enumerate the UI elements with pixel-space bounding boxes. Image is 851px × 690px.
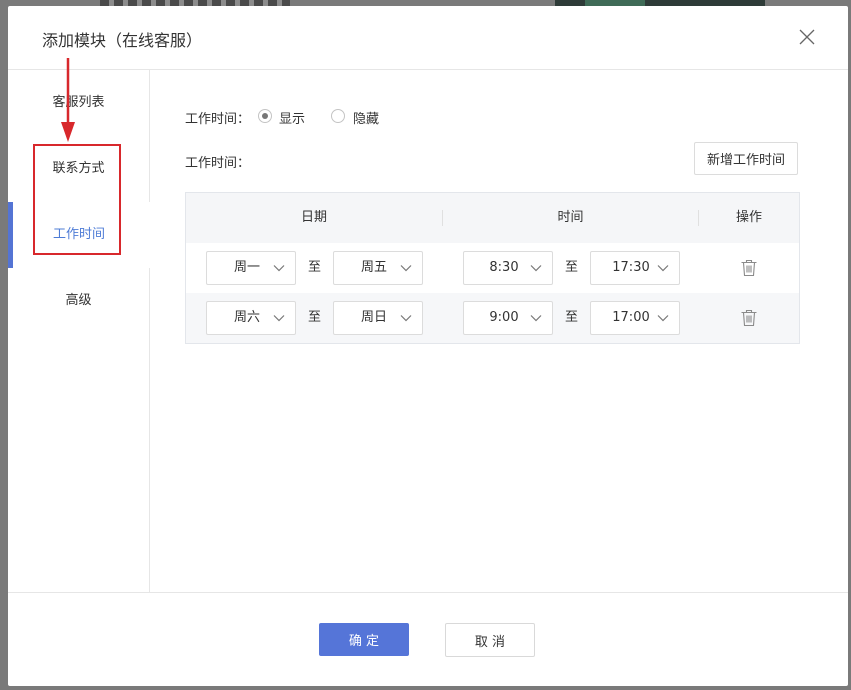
- trash-icon[interactable]: [740, 259, 758, 277]
- dialog-header: 添加模块（在线客服）: [8, 6, 848, 70]
- confirm-button[interactable]: 确 定: [319, 623, 409, 656]
- day-to-select[interactable]: 周日: [333, 301, 423, 335]
- range-separator: 至: [565, 260, 579, 275]
- chevron-down-icon: [657, 315, 669, 322]
- table-row: 周一 至 周五 8:30 至 17:30: [186, 243, 799, 293]
- radio-hide[interactable]: [331, 109, 345, 123]
- sidebar-item-agent-list[interactable]: 客服列表: [8, 70, 149, 136]
- add-module-dialog: 添加模块（在线客服） 客服列表 联系方式 工作时间 高级 工作时间： 显示 隐藏…: [8, 6, 848, 686]
- cancel-button[interactable]: 取 消: [445, 623, 535, 657]
- time-from-select[interactable]: 8:30: [463, 251, 553, 285]
- trash-icon[interactable]: [740, 309, 758, 327]
- working-hours-list-label: 工作时间：: [185, 156, 251, 171]
- range-separator: 至: [308, 310, 322, 325]
- chevron-down-icon: [400, 265, 412, 272]
- annotation-arrow-icon: [61, 58, 75, 142]
- radio-hide-label[interactable]: 隐藏: [353, 108, 379, 127]
- range-separator: 至: [308, 260, 322, 275]
- table-row: 周六 至 周日 9:00 至 17:00: [186, 293, 799, 343]
- table-header: 日期 时间 操作: [186, 193, 799, 243]
- time-to-select[interactable]: 17:30: [590, 251, 680, 285]
- chevron-down-icon: [273, 265, 285, 272]
- day-from-select[interactable]: 周一: [206, 251, 296, 285]
- chevron-down-icon: [273, 315, 285, 322]
- range-separator: 至: [565, 310, 579, 325]
- radio-show[interactable]: [258, 109, 272, 123]
- working-hours-table: 日期 时间 操作 周一 至 周五 8:30 至 17:30 周六 至 周日 9:…: [185, 192, 800, 344]
- close-icon[interactable]: [798, 28, 816, 46]
- header-date: 日期: [300, 210, 327, 225]
- sidebar-item-advanced[interactable]: 高级: [8, 268, 149, 334]
- chevron-down-icon: [657, 265, 669, 272]
- chevron-down-icon: [530, 265, 542, 272]
- dialog-footer: 确 定 取 消: [8, 592, 848, 686]
- day-from-select[interactable]: 周六: [206, 301, 296, 335]
- dialog-title: 添加模块（在线客服）: [42, 31, 203, 50]
- annotation-highlight-box: [33, 144, 121, 255]
- time-from-select[interactable]: 9:00: [463, 301, 553, 335]
- chevron-down-icon: [400, 315, 412, 322]
- add-working-hours-button[interactable]: 新增工作时间: [694, 142, 798, 175]
- day-to-select[interactable]: 周五: [333, 251, 423, 285]
- time-to-select[interactable]: 17:00: [590, 301, 680, 335]
- display-setting-label: 工作时间：: [185, 112, 251, 127]
- header-time: 时间: [557, 210, 584, 225]
- chevron-down-icon: [530, 315, 542, 322]
- radio-show-label[interactable]: 显示: [279, 108, 305, 127]
- header-action: 操作: [735, 210, 762, 225]
